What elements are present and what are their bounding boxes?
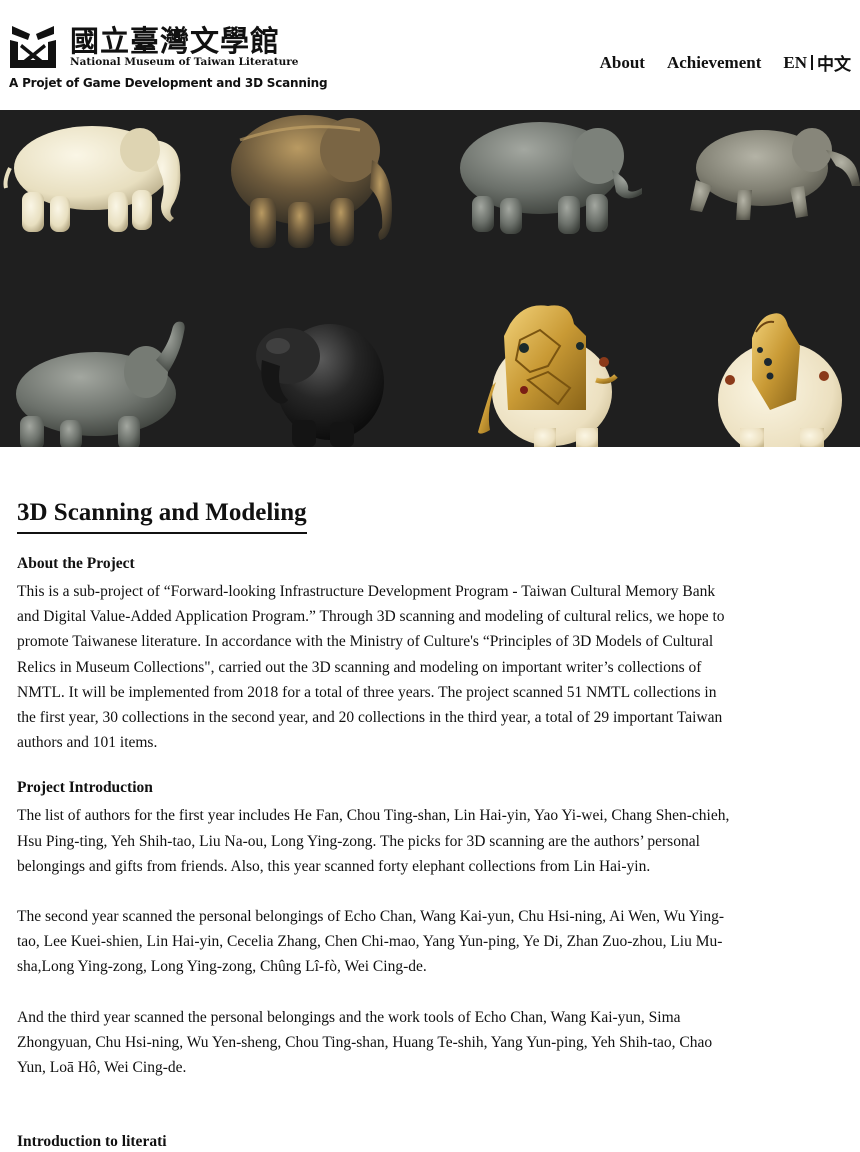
white-elephant <box>3 126 181 232</box>
grey-trumpeting-elephant <box>16 321 185 447</box>
project-intro-heading: Project Introduction <box>17 779 153 797</box>
museum-logo[interactable]: 國立臺灣文學館 National Museum of Taiwan Litera… <box>8 18 328 94</box>
logo-english-name: National Museum of Taiwan Literature <box>70 56 299 68</box>
about-project-heading: About the Project <box>17 555 135 572</box>
intro-paragraph-year-1: The list of authors for the first year i… <box>17 807 730 875</box>
intro-paragraph-year-2: The second year scanned the personal bel… <box>17 908 725 976</box>
literati-intro-heading: Introduction to literati <box>17 1133 167 1151</box>
gold-saddle-elephant <box>478 305 618 447</box>
nav-achievement-link[interactable]: Achievement <box>667 53 761 73</box>
nav-about-link[interactable]: About <box>600 53 645 73</box>
main-content: 3D Scanning and Modeling About the Proje… <box>17 498 737 1152</box>
page-title: 3D Scanning and Modeling <box>17 498 307 534</box>
grey-walking-elephant <box>690 128 860 220</box>
language-switcher: EN 中文 <box>783 50 851 75</box>
black-elephant <box>256 324 384 447</box>
hero-banner <box>0 110 860 447</box>
bronze-elephant <box>231 115 392 248</box>
logo-chinese-name: 國立臺灣文學館 <box>70 24 281 58</box>
logo-subtitle: A Projet of Game Development and 3D Scan… <box>9 76 328 90</box>
lang-en-link[interactable]: EN <box>783 53 807 73</box>
lang-zh-link[interactable]: 中文 <box>817 50 851 75</box>
jeweled-ivory-elephant <box>718 313 842 447</box>
intro-paragraph-year-3: And the third year scanned the personal … <box>17 1008 713 1077</box>
museum-logo-icon <box>10 26 56 68</box>
about-project-text: This is a sub-project of “Forward-lookin… <box>17 583 725 752</box>
grey-glass-elephant <box>460 122 642 234</box>
elephant-collection-image <box>3 115 860 447</box>
site-header: 國立臺灣文學館 National Museum of Taiwan Litera… <box>0 0 860 110</box>
main-nav: About Achievement EN 中文 <box>600 50 851 75</box>
lang-separator <box>811 55 813 70</box>
